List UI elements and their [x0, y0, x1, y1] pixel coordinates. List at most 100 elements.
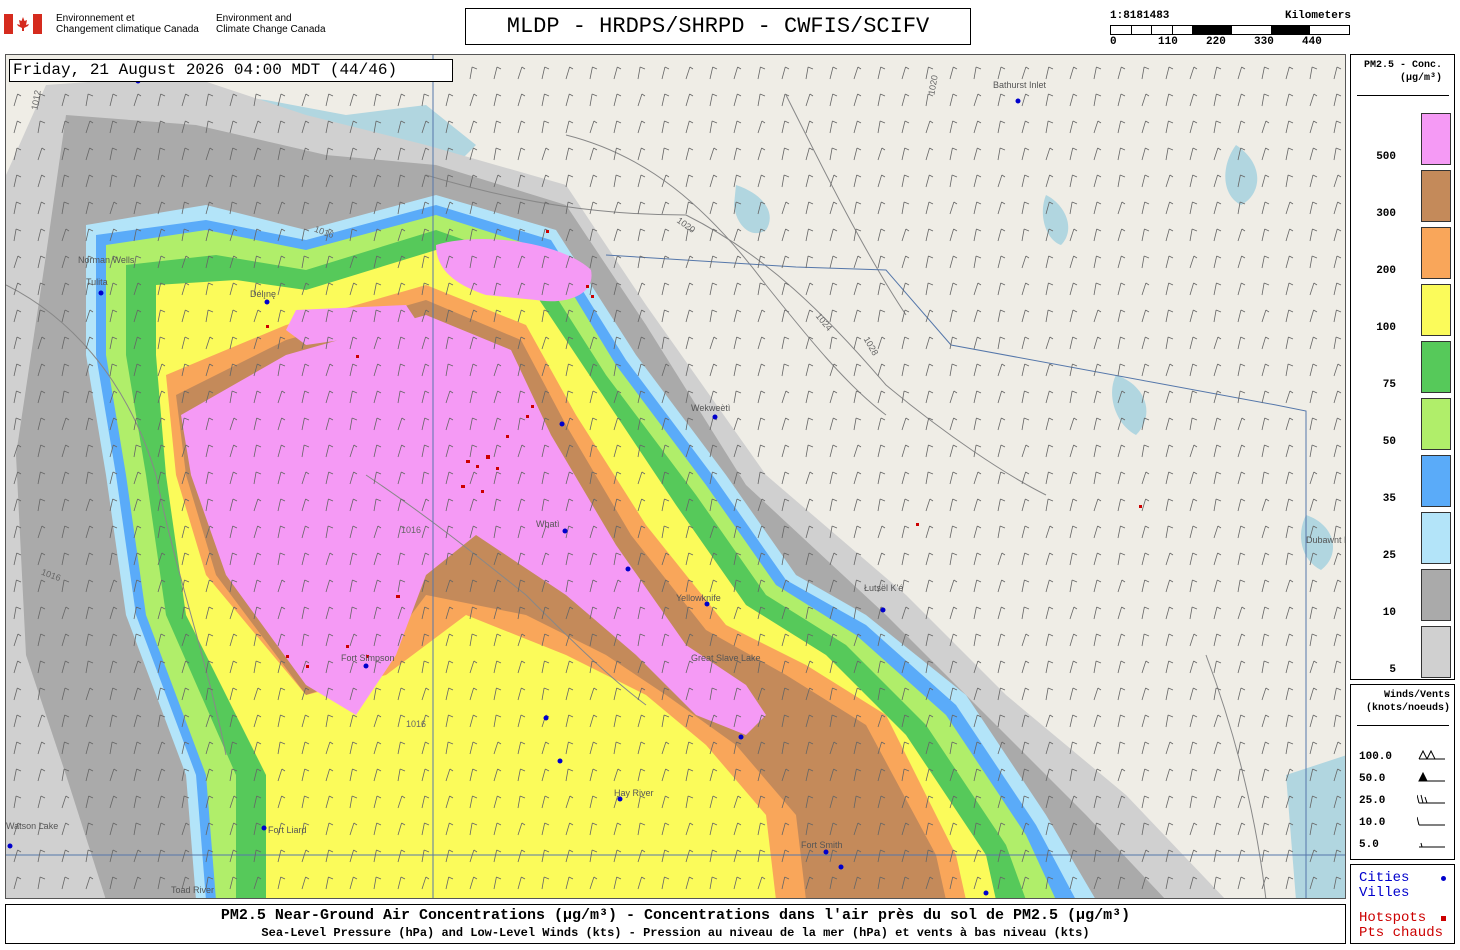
- wind-barb: [1213, 525, 1222, 539]
- wind-barb: [925, 201, 934, 215]
- wind-barb: [1237, 309, 1246, 323]
- wind-barb: [877, 66, 886, 80]
- wind-barb: [925, 579, 934, 593]
- wind-barb: [853, 282, 862, 296]
- wind-barb: [1045, 471, 1054, 485]
- legend-swatch: [1421, 284, 1451, 336]
- wind-barb: [1237, 417, 1246, 431]
- smoke-forecast-map[interactable]: Bathurst Inlet Norman Wells Tulita Délı̨…: [5, 54, 1346, 899]
- wind-barb: [1189, 552, 1198, 566]
- wind-barb: [1117, 336, 1126, 350]
- wind-barb: [781, 309, 790, 323]
- wind-barb: [805, 228, 814, 242]
- wind-barb: [781, 471, 790, 485]
- wind-barb: [997, 471, 1006, 485]
- wind-barb: [1213, 417, 1222, 431]
- wind-barb: [901, 174, 910, 188]
- wind-barb: [973, 282, 982, 296]
- wind-barb: [1309, 606, 1318, 620]
- wind-barb: [973, 363, 982, 377]
- scale-unit: Kilometers: [1284, 10, 1351, 22]
- wind-barb: [1021, 687, 1030, 701]
- wind-barb: [1213, 714, 1222, 728]
- wind-barb: [805, 498, 814, 512]
- wind-barb: [1285, 120, 1294, 134]
- wind-barb: [997, 444, 1006, 458]
- wind-barb: [877, 390, 886, 404]
- map-keys: Cities Villes Hotspots Pts chauds: [1350, 864, 1455, 944]
- wind-barb: [1333, 687, 1342, 701]
- wind-barb: [829, 498, 838, 512]
- wind-barb: [1309, 660, 1318, 674]
- wind-barb: [1189, 633, 1198, 647]
- wind-barb: [541, 147, 550, 161]
- wind-barb: [1117, 309, 1126, 323]
- wind-barb: [901, 525, 910, 539]
- wind-barb: [877, 255, 886, 269]
- wind-barb: [877, 174, 886, 188]
- wind-barb: [733, 363, 742, 377]
- wind-barb: [1093, 525, 1102, 539]
- wind-barb: [517, 147, 526, 161]
- wind-barb: [805, 309, 814, 323]
- wind-barb: [1213, 849, 1222, 863]
- wind-barb: [901, 93, 910, 107]
- wind-barb: [1165, 417, 1174, 431]
- wind-barb: [1285, 876, 1294, 890]
- wind-barb: [1141, 174, 1150, 188]
- wind-barb: [1189, 606, 1198, 620]
- wind-barb: [1333, 201, 1342, 215]
- place-label: Délı̨nę: [250, 289, 277, 299]
- wind-barb: [733, 390, 742, 404]
- legend-swatch: [1421, 455, 1451, 507]
- wind-barb-icon: [1417, 794, 1445, 804]
- wind-barb: [1069, 633, 1078, 647]
- wind-barb: [1333, 147, 1342, 161]
- wind-barb: [973, 174, 982, 188]
- wind-barb: [1261, 579, 1270, 593]
- wind-barb: [877, 417, 886, 431]
- wind-barb: [1141, 282, 1150, 296]
- wind-barb: [1093, 660, 1102, 674]
- wind-barb: [1309, 417, 1318, 431]
- legend-label: 50: [1382, 436, 1396, 448]
- wind-barb: [853, 93, 862, 107]
- wind-barb: [709, 363, 718, 377]
- wind-barb: [997, 66, 1006, 80]
- wind-barb: [757, 174, 766, 188]
- wind-barb: [685, 282, 694, 296]
- wind-barb: [1165, 606, 1174, 620]
- wind-barb: [13, 120, 22, 134]
- wind-barb: [1069, 687, 1078, 701]
- wind-barb: [997, 174, 1006, 188]
- agency-name-en: Environment and Climate Change Canada: [216, 13, 326, 35]
- wind-barb: [733, 174, 742, 188]
- wind-barb: [1141, 336, 1150, 350]
- wind-barb: [709, 282, 718, 296]
- wind-barb: [1045, 498, 1054, 512]
- wind-barb: [1285, 282, 1294, 296]
- wind-barb: [877, 282, 886, 296]
- wind-barb: [1069, 606, 1078, 620]
- wind-barb: [997, 552, 1006, 566]
- legend-title: PM2.5 - Conc. (µg/m³): [1363, 60, 1442, 84]
- wind-barb: [733, 417, 742, 431]
- wind-barb: [1117, 471, 1126, 485]
- wind-barb: [1045, 147, 1054, 161]
- caption-line-1: PM2.5 Near-Ground Air Concentrations (µg…: [220, 907, 1131, 924]
- wind-barb: [997, 336, 1006, 350]
- wind-barb: [1045, 687, 1054, 701]
- wind-barb: [1285, 741, 1294, 755]
- wind-barb: [1261, 795, 1270, 809]
- wind-barb: [757, 390, 766, 404]
- wind-barb: [1189, 417, 1198, 431]
- wind-barb: [1309, 120, 1318, 134]
- wind-barb: [901, 228, 910, 242]
- wind-barb: [613, 120, 622, 134]
- wind-barb: [1117, 768, 1126, 782]
- wind-barb: [1285, 525, 1294, 539]
- place-label: Watson Lake: [6, 821, 59, 831]
- legend-swatch: [1421, 512, 1451, 564]
- wind-barb: [1333, 498, 1342, 512]
- agency-name-fr: Environnement et Changement climatique Ca…: [56, 13, 199, 35]
